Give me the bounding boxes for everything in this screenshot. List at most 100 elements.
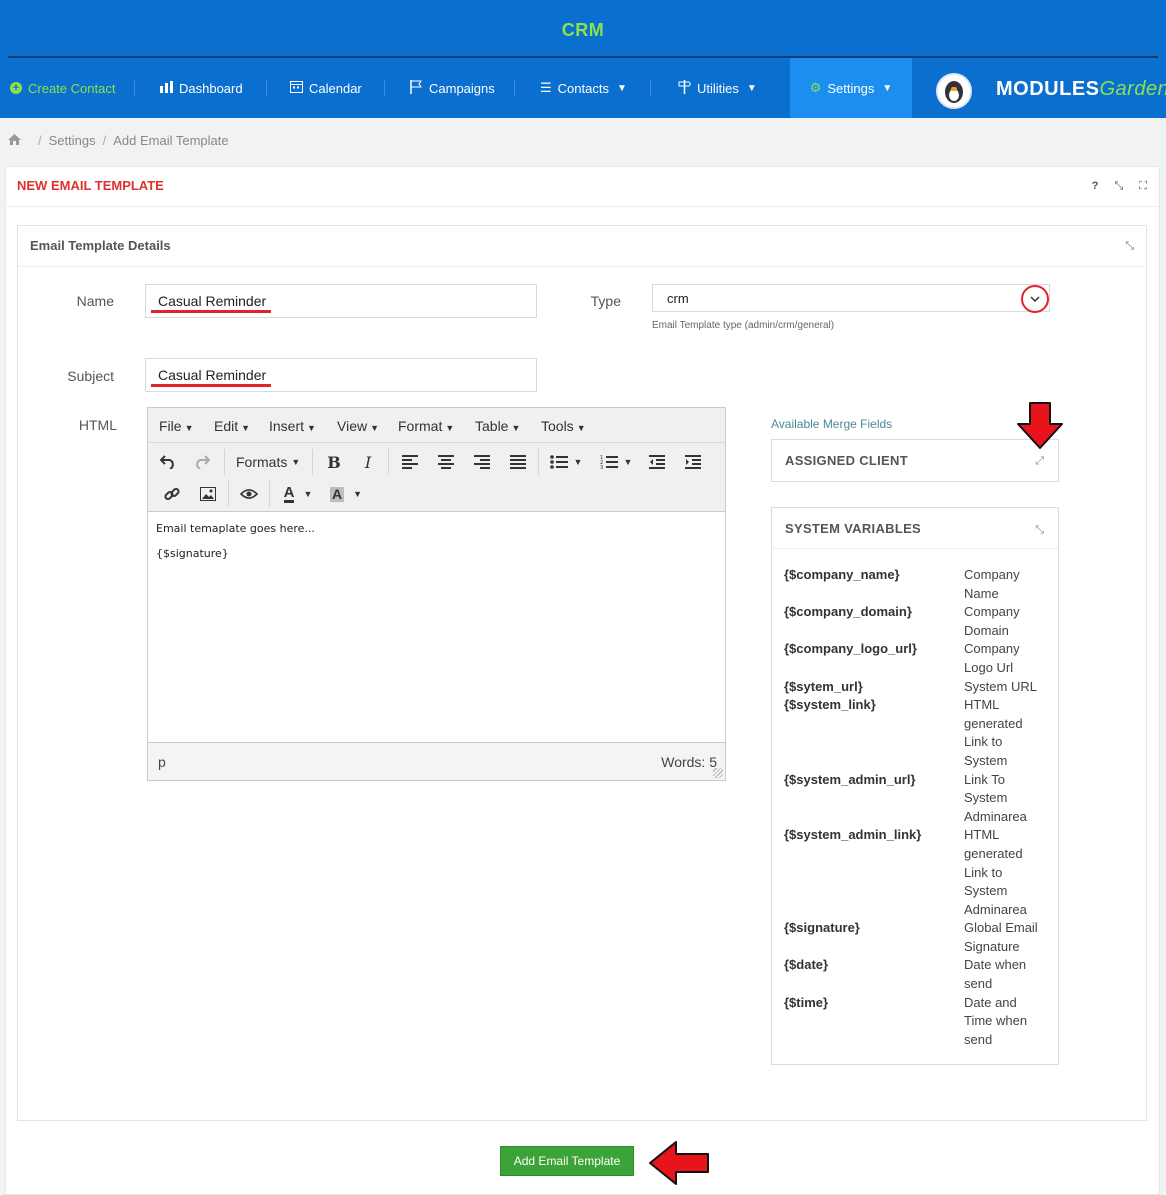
resize-handle-icon[interactable] [713, 768, 723, 778]
background-color-icon[interactable]: A ▼ [326, 482, 366, 506]
caret-down-icon: ▼ [241, 423, 251, 433]
nav-divider [650, 80, 651, 96]
nav-utilities[interactable]: Utilities ▼ [678, 58, 757, 118]
redo-icon[interactable] [190, 450, 214, 474]
avatar[interactable] [936, 73, 972, 109]
caret-down-icon: ▼ [511, 423, 521, 433]
link-icon[interactable] [160, 482, 184, 506]
align-center-icon[interactable] [434, 450, 458, 474]
menu-format[interactable]: Format ▼ [398, 418, 454, 434]
menu-file[interactable]: File ▼ [159, 418, 193, 434]
svg-text:3: 3 [600, 465, 603, 469]
list-item[interactable]: {$company_logo_url} Company Logo Url [784, 640, 1048, 677]
list-item[interactable]: {$system_link} HTML generated Link to Sys… [784, 696, 1048, 770]
nav-create-contact[interactable]: + Create Contact [10, 58, 115, 118]
name-label: Name [76, 293, 114, 309]
numbered-list-icon[interactable]: 123 ▼ [596, 450, 636, 474]
caret-down-icon: ▼ [573, 457, 583, 467]
type-select[interactable]: crm [652, 284, 1050, 312]
collapse-icon[interactable]: ⤡ [1125, 240, 1134, 253]
nav-divider [384, 80, 385, 96]
nav-create-contact-label: Create Contact [28, 80, 116, 96]
align-left-icon[interactable] [398, 450, 422, 474]
calendar-icon [290, 80, 303, 96]
html-label: HTML [78, 417, 117, 433]
add-email-template-button[interactable]: Add Email Template [500, 1146, 634, 1176]
preview-eye-icon[interactable] [237, 482, 261, 506]
html-editor: File ▼ Edit ▼ Insert ▼ View ▼ Format ▼ Table ▼… [147, 407, 726, 781]
chevron-down-icon: ▼ [746, 82, 757, 94]
element-path[interactable]: p [158, 754, 166, 770]
plus-circle-icon: + [10, 82, 22, 94]
nav-dashboard[interactable]: Dashboard [160, 58, 243, 118]
red-arrow-left-icon [649, 1141, 709, 1185]
caret-down-icon: ▼ [307, 423, 316, 433]
list-item[interactable]: {$company_name} Company Name [784, 566, 1048, 603]
formats-dropdown[interactable]: Formats ▼ [236, 450, 300, 474]
list-item[interactable]: {$time} Date and Time when send [784, 994, 1048, 1050]
nav-campaigns-label: Campaigns [429, 80, 495, 96]
list-item[interactable]: {$signature} Global Email Signature [784, 919, 1048, 956]
collapse-icon[interactable]: ⤡ [1035, 524, 1044, 537]
gear-icon: ⚙ [809, 80, 822, 95]
app-title: CRM [561, 20, 605, 40]
chevron-down-icon[interactable] [1021, 285, 1049, 313]
modulesgarden-logo: MODULESGarden [996, 78, 1166, 101]
portlet-tools: ? ⤡ ⛶ [1092, 180, 1147, 193]
outdent-icon[interactable] [645, 450, 669, 474]
menu-view[interactable]: View ▼ [337, 418, 379, 434]
caret-down-icon: ▼ [370, 423, 380, 433]
menu-edit[interactable]: Edit ▼ [214, 418, 250, 434]
list-item[interactable]: {$company_domain} Company Domain [784, 603, 1048, 640]
signpost-icon [678, 79, 692, 97]
top-header: CRM + Create Contact Dashboard Calendar … [0, 0, 1166, 118]
portlet-title: NEW EMAIL TEMPLATE [17, 178, 164, 193]
caret-down-icon: ▼ [576, 423, 586, 433]
chevron-down-icon: ▼ [616, 82, 627, 94]
editor-toolbar: Formats ▼ B I ▼ 123 ▼ A ▼ A ▼ [148, 443, 725, 512]
menu-table[interactable]: Table ▼ [475, 418, 520, 434]
undo-icon[interactable] [156, 450, 180, 474]
editor-content[interactable]: Email temaplate goes here... {$signature… [148, 512, 725, 744]
caret-down-icon: ▼ [303, 489, 313, 499]
system-variables-title: SYSTEM VARIABLES [785, 521, 922, 536]
logo-sub: Garden [1099, 78, 1166, 100]
italic-icon[interactable]: I [356, 450, 380, 474]
system-variables-list: {$company_name} Company Name {$company_do… [784, 566, 1048, 1049]
list-item[interactable]: {$system_admin_link} HTML generated Link … [784, 826, 1048, 919]
details-title: Email Template Details [30, 238, 171, 253]
list-item[interactable]: {$system_admin_url} Link To System Admina… [784, 771, 1048, 827]
nav-divider [514, 80, 515, 96]
bullet-list-icon[interactable]: ▼ [546, 450, 586, 474]
help-icon[interactable]: ? [1092, 180, 1099, 193]
align-justify-icon[interactable] [506, 450, 530, 474]
chevron-down-icon: ▼ [882, 82, 893, 94]
image-icon[interactable] [196, 482, 220, 506]
bold-icon[interactable]: B [322, 450, 346, 474]
align-right-icon[interactable] [470, 450, 494, 474]
indent-icon[interactable] [681, 450, 705, 474]
caret-down-icon: ▼ [445, 423, 455, 433]
breadcrumb: / Settings / Add Email Template [0, 118, 1166, 163]
collapse-icon[interactable]: ⤡ [1114, 180, 1123, 193]
nav-settings[interactable]: ⚙ Settings ▼ [790, 58, 912, 118]
fullscreen-icon[interactable]: ⛶ [1139, 180, 1147, 193]
list-item[interactable]: {$date} Date when send [784, 956, 1048, 993]
breadcrumb-settings[interactable]: Settings [49, 133, 96, 148]
list-item[interactable]: {$sytem_url} System URL [784, 678, 1048, 697]
bar-chart-icon [160, 80, 173, 96]
nav-contacts[interactable]: ☰ Contacts ▼ [540, 58, 627, 118]
nav-divider [134, 80, 135, 96]
menu-insert[interactable]: Insert ▼ [269, 418, 316, 434]
expand-icon[interactable]: ⤢ [1035, 455, 1044, 468]
menu-tools[interactable]: Tools ▼ [541, 418, 586, 434]
nav-campaigns[interactable]: Campaigns [410, 58, 495, 118]
main-nav: + Create Contact Dashboard Calendar Camp… [0, 58, 1166, 118]
assigned-client-title: ASSIGNED CLIENT [785, 453, 908, 468]
nav-calendar[interactable]: Calendar [290, 58, 362, 118]
logo-main: MODULES [996, 78, 1100, 100]
home-icon[interactable] [8, 133, 21, 148]
caret-down-icon: ▼ [291, 457, 301, 467]
breadcrumb-current: Add Email Template [113, 133, 229, 148]
text-color-icon[interactable]: A ▼ [278, 482, 318, 506]
